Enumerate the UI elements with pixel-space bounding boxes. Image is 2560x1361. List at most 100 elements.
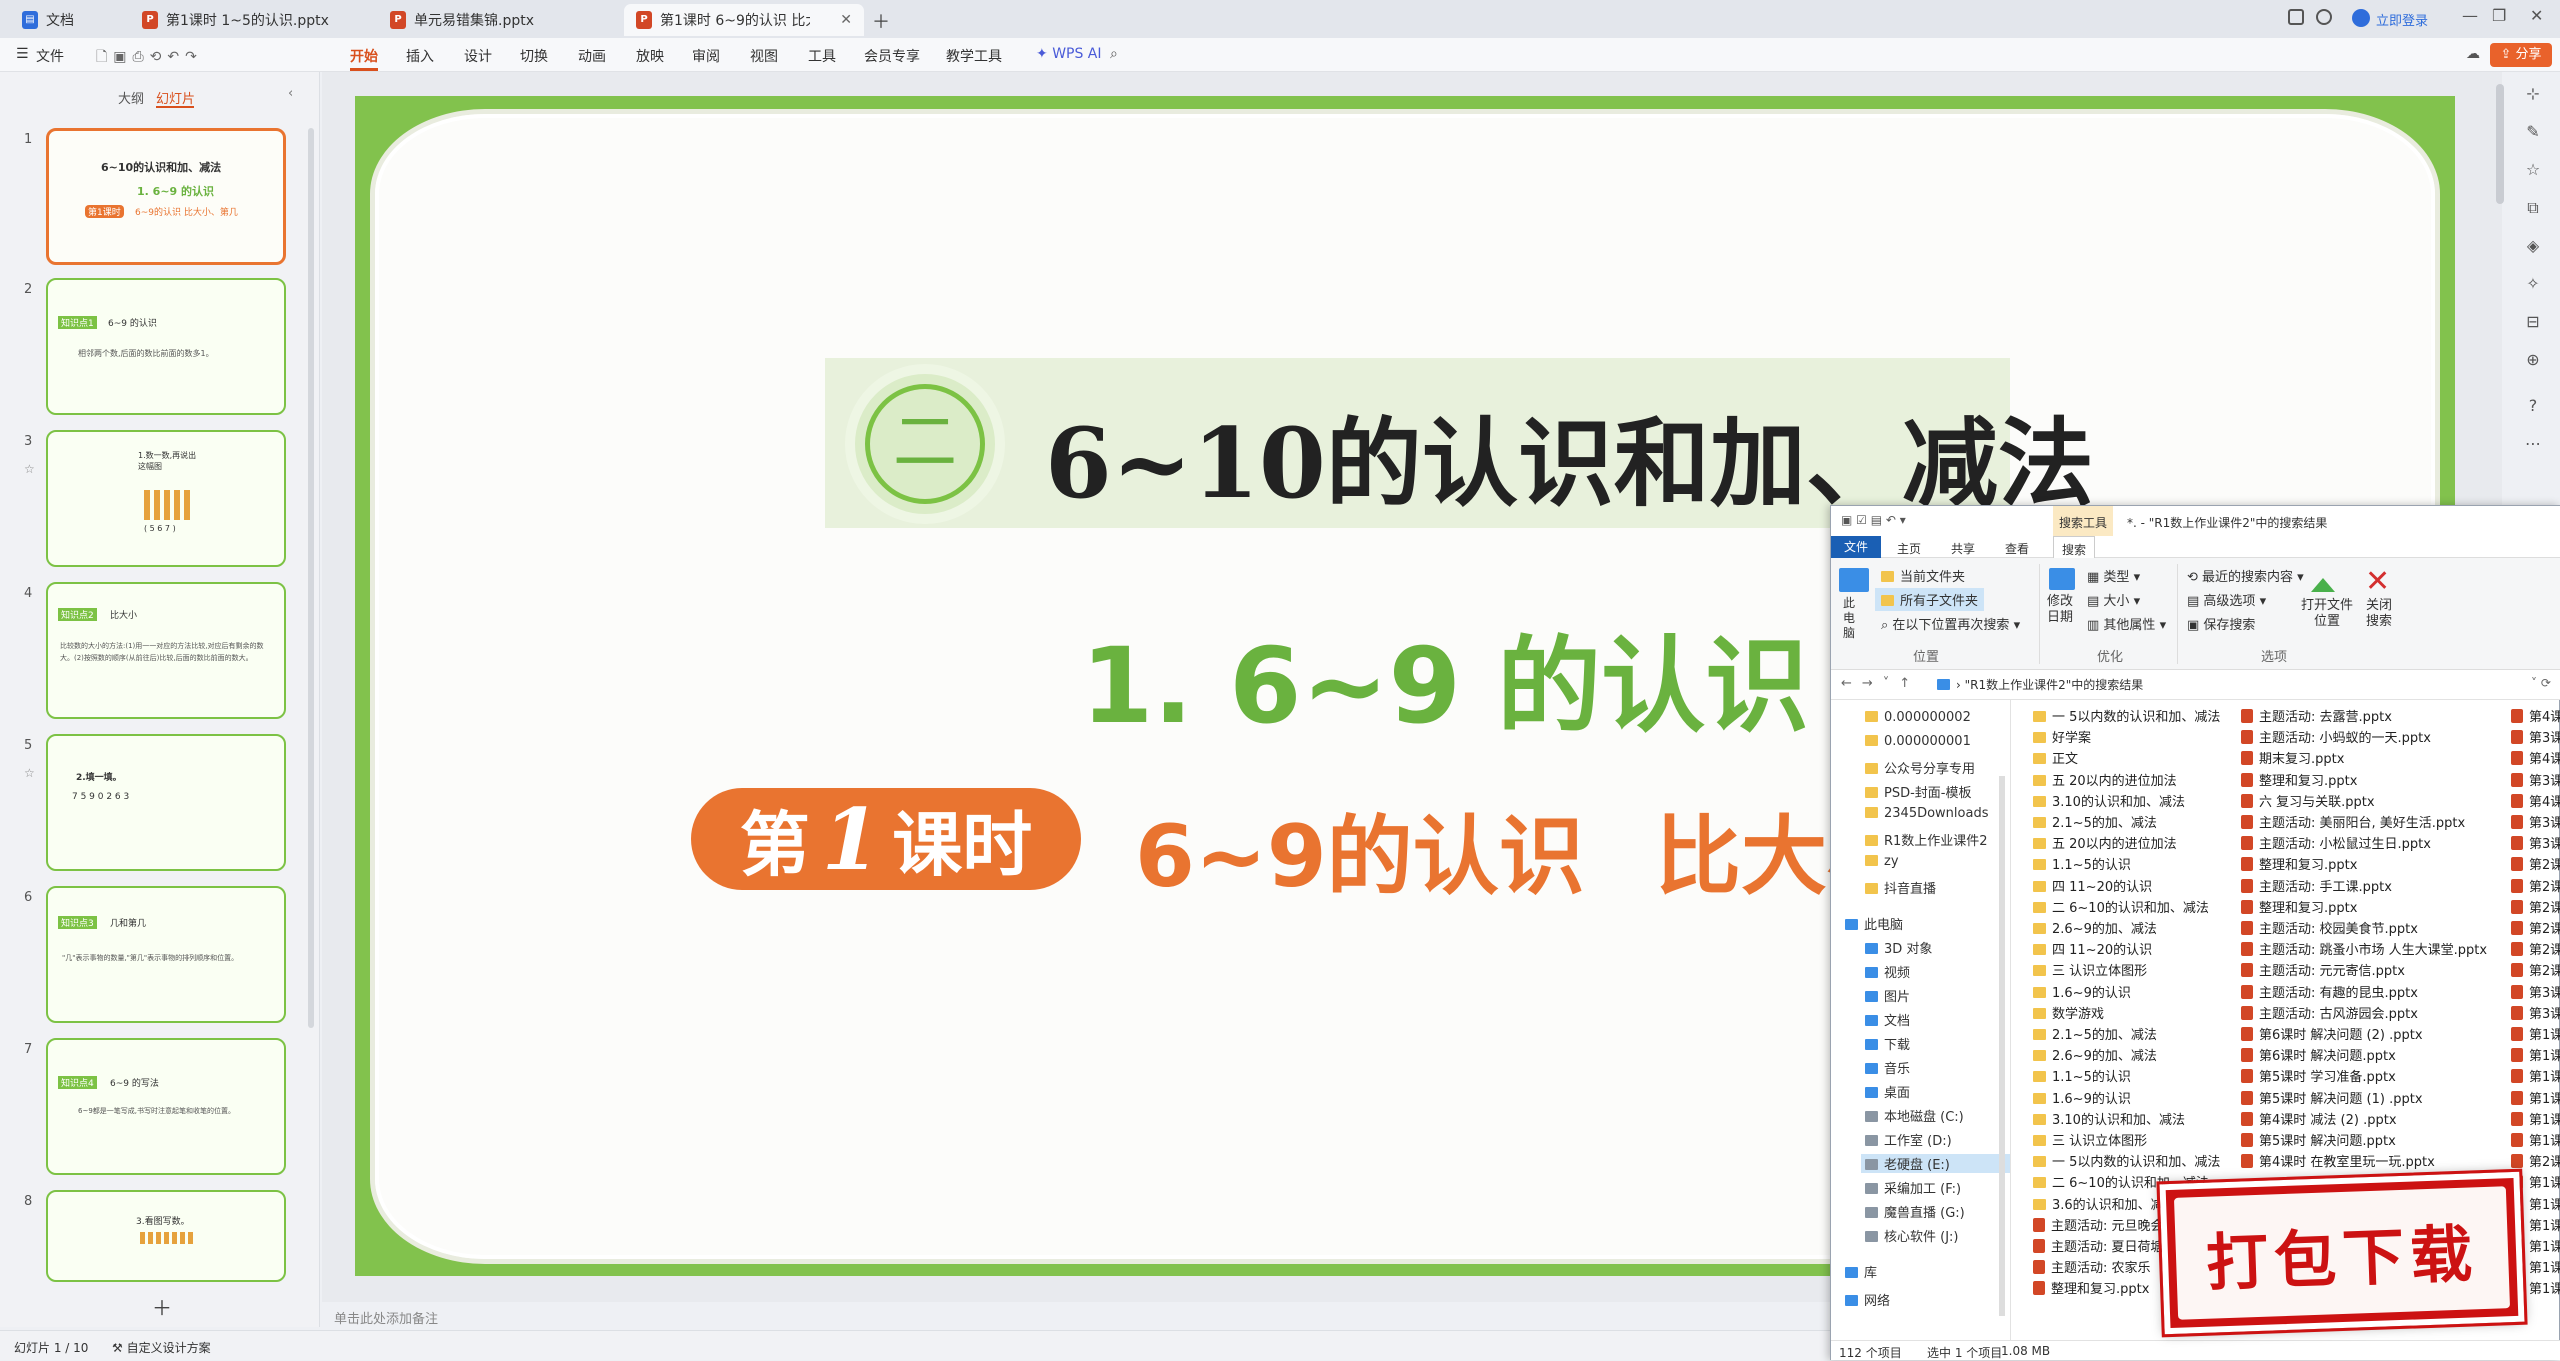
nav-item[interactable]: 下载 [1865, 1034, 1910, 1053]
file-item[interactable]: 第5课时 解决问题 (1) .pptx [2241, 1088, 2423, 1107]
slide-thumb-3[interactable]: 1.数一数,再说出这幅图 ( 5 6 7 ) [46, 430, 286, 567]
nav-item[interactable]: PSD-封面-模板 [1865, 782, 1971, 801]
nav-item[interactable]: 采编加工 (F:) [1865, 1178, 1961, 1197]
help-icon[interactable]: ? [2522, 396, 2544, 418]
nav-item[interactable]: 老硬盘 (E:) [1861, 1154, 2010, 1173]
menu-tools[interactable]: 工具 [808, 46, 836, 66]
layout-icon[interactable]: ⊟ [2522, 312, 2544, 334]
file-item[interactable]: 第1课时 [2511, 1088, 2560, 1107]
file-item[interactable]: 主题活动: 去露营.pptx [2241, 706, 2392, 725]
file-item[interactable]: 第5课时 解决问题.pptx [2241, 1130, 2396, 1149]
login-link[interactable]: 立即登录 [2376, 10, 2428, 29]
address-dropdown-icon[interactable]: ˅ ⟳ [2531, 676, 2551, 690]
slide-thumb-2[interactable]: 知识点1 6~9 的认识 相邻两个数,后面的数比前面的数多1。 [46, 278, 286, 415]
properties-icon[interactable]: ⊹ [2522, 84, 2544, 106]
file-item[interactable]: 第2课时 [2511, 918, 2560, 937]
nav-item[interactable]: zy [1865, 854, 1899, 869]
file-item[interactable]: 四 11~20的认识 [2033, 876, 2152, 895]
file-item[interactable]: 主题活动: 夏日荷塘 [2033, 1236, 2164, 1255]
more-icon[interactable]: ⋯ [2522, 434, 2544, 456]
file-item[interactable]: 1.6~9的认识 [2033, 1088, 2131, 1107]
nav-item[interactable]: 桌面 [1865, 1082, 1910, 1101]
copy-icon[interactable]: ⧉ [2522, 198, 2544, 220]
open-location-button[interactable]: 打开文件位置 [2301, 598, 2353, 630]
nav-item[interactable]: 0.000000001 [1865, 734, 1971, 749]
file-item[interactable]: 主题活动: 有趣的昆虫.pptx [2241, 982, 2418, 1001]
tab-slides[interactable]: 幻灯片 [156, 88, 195, 107]
file-item[interactable]: 第2课时 [2511, 960, 2560, 979]
kind-button[interactable]: ▦ 类型 ▾ [2087, 566, 2140, 585]
nav-scrollbar[interactable] [1999, 776, 2005, 1316]
magic-icon[interactable]: ✧ [2522, 274, 2544, 296]
file-item[interactable]: 一 5以内数的认识和加、减法 [2033, 706, 2220, 725]
file-item[interactable]: 第4课时 [2511, 748, 2560, 767]
recent-searches-button[interactable]: ⟲ 最近的搜索内容 ▾ [2187, 566, 2304, 585]
explorer-tab-search[interactable]: 搜索 [2053, 536, 2096, 558]
nav-item[interactable]: 此电脑 [1845, 914, 1903, 933]
close-search-button[interactable]: 关闭搜索 [2365, 598, 2393, 630]
file-item[interactable]: 2.6~9的加、减法 [2033, 918, 2157, 937]
nav-arrows[interactable]: ←→˅↑ [1841, 676, 1920, 691]
file-item[interactable]: 第1课时 [2511, 1130, 2560, 1149]
file-item[interactable]: 第4课时 [2511, 791, 2560, 810]
file-item[interactable]: 第3课时 [2511, 982, 2560, 1001]
nav-item[interactable]: 音乐 [1865, 1058, 1910, 1077]
file-item[interactable]: 第2课时 [2511, 939, 2560, 958]
slide-thumb-1[interactable]: 6~10的认识和加、减法 1. 6~9 的认识 第1课时 6~9的认识 比大小、… [46, 128, 286, 265]
explorer-tab-share[interactable]: 共享 [1951, 540, 1975, 557]
slide-thumb-6[interactable]: 知识点3 几和第几 "几"表示事物的数量,"第几"表示事物的排列顺序和位置。 [46, 886, 286, 1023]
close-window-icon[interactable]: ✕ [2530, 6, 2543, 25]
tab-outline[interactable]: 大纲 [118, 88, 144, 107]
file-item[interactable]: 第2课时 [2511, 854, 2560, 873]
skin-icon[interactable] [2316, 9, 2332, 25]
nav-item[interactable]: 魔兽直播 (G:) [1865, 1202, 1965, 1221]
tab-file-1[interactable]: P 第1课时 1~5的认识.pptx [130, 4, 370, 36]
hamburger-icon[interactable]: ☰ [16, 46, 29, 62]
file-item[interactable]: 第1课时 [2511, 1109, 2560, 1128]
save-search-button[interactable]: ▣ 保存搜索 [2187, 614, 2255, 633]
file-item[interactable]: 整理和复习.pptx [2033, 1278, 2149, 1297]
canvas-scrollbar[interactable] [2496, 84, 2504, 204]
nav-item[interactable]: 公众号分享专用 [1865, 758, 1975, 777]
explorer-tab-view[interactable]: 查看 [2005, 540, 2029, 557]
quick-access-icons[interactable]: 🗋▣⎙⟲↶↷ [96, 46, 203, 70]
file-item[interactable]: 第3课时 [2511, 770, 2560, 789]
panel-scrollbar[interactable] [308, 128, 314, 1028]
gift-icon[interactable]: ⊕ [2522, 350, 2544, 372]
explorer-tab-file[interactable]: 文件 [1831, 536, 1881, 558]
file-item[interactable]: 主题活动: 元元寄信.pptx [2241, 960, 2405, 979]
file-item[interactable]: 五 20以内的进位加法 [2033, 833, 2177, 852]
nav-item[interactable]: 本地磁盘 (C:) [1865, 1106, 1964, 1125]
file-item[interactable]: 正文 [2033, 748, 2078, 767]
search-icon[interactable]: ⌕ [1110, 46, 1118, 62]
file-item[interactable]: 六 复习与关联.pptx [2241, 791, 2375, 810]
file-item[interactable]: 第6课时 解决问题 (2) .pptx [2241, 1024, 2423, 1043]
this-pc-button[interactable]: 此电脑 [1843, 596, 1865, 641]
slide-thumb-8[interactable]: 3.看图写数。 [46, 1190, 286, 1282]
file-item[interactable]: 五 20以内的进位加法 [2033, 770, 2177, 789]
file-item[interactable]: 第4课时 [2511, 706, 2560, 725]
file-item[interactable]: 第4课时 在教室里玩一玩.pptx [2241, 1151, 2435, 1170]
file-item[interactable]: 主题活动: 小松鼠过生日.pptx [2241, 833, 2431, 852]
lesson-topic-1[interactable]: 6~9的认识 [1135, 786, 1585, 911]
file-item[interactable]: 第3课时 [2511, 833, 2560, 852]
favorite-icon[interactable]: ☆ [2522, 160, 2544, 182]
file-item[interactable]: 整理和复习.pptx [2241, 770, 2357, 789]
file-item[interactable]: 第2课时 [2511, 897, 2560, 916]
file-item[interactable]: 第3课时 [2511, 1003, 2560, 1022]
file-item[interactable]: 第5课时 学习准备.pptx [2241, 1066, 2396, 1085]
menu-review[interactable]: 审阅 [692, 46, 720, 66]
new-tab-icon[interactable]: ＋ [872, 8, 890, 34]
file-item[interactable]: 第2课时 [2511, 1151, 2560, 1170]
file-item[interactable]: 主题活动: 手工课.pptx [2241, 876, 2392, 895]
nav-item[interactable]: 文档 [1865, 1010, 1910, 1029]
menu-transition[interactable]: 切换 [520, 46, 548, 66]
menu-member[interactable]: 会员专享 [864, 46, 920, 66]
star-icon[interactable]: ☆ [24, 766, 35, 780]
file-item[interactable]: 主题活动: 小蚂蚁的一天.pptx [2241, 727, 2431, 746]
nav-item[interactable]: R1数上作业课件2 [1865, 830, 1988, 849]
file-item[interactable]: 整理和复习.pptx [2241, 854, 2357, 873]
minimize-icon[interactable]: — [2462, 6, 2478, 25]
window-icon[interactable] [2288, 9, 2304, 25]
file-item[interactable]: 第1课时 [2511, 1024, 2560, 1043]
